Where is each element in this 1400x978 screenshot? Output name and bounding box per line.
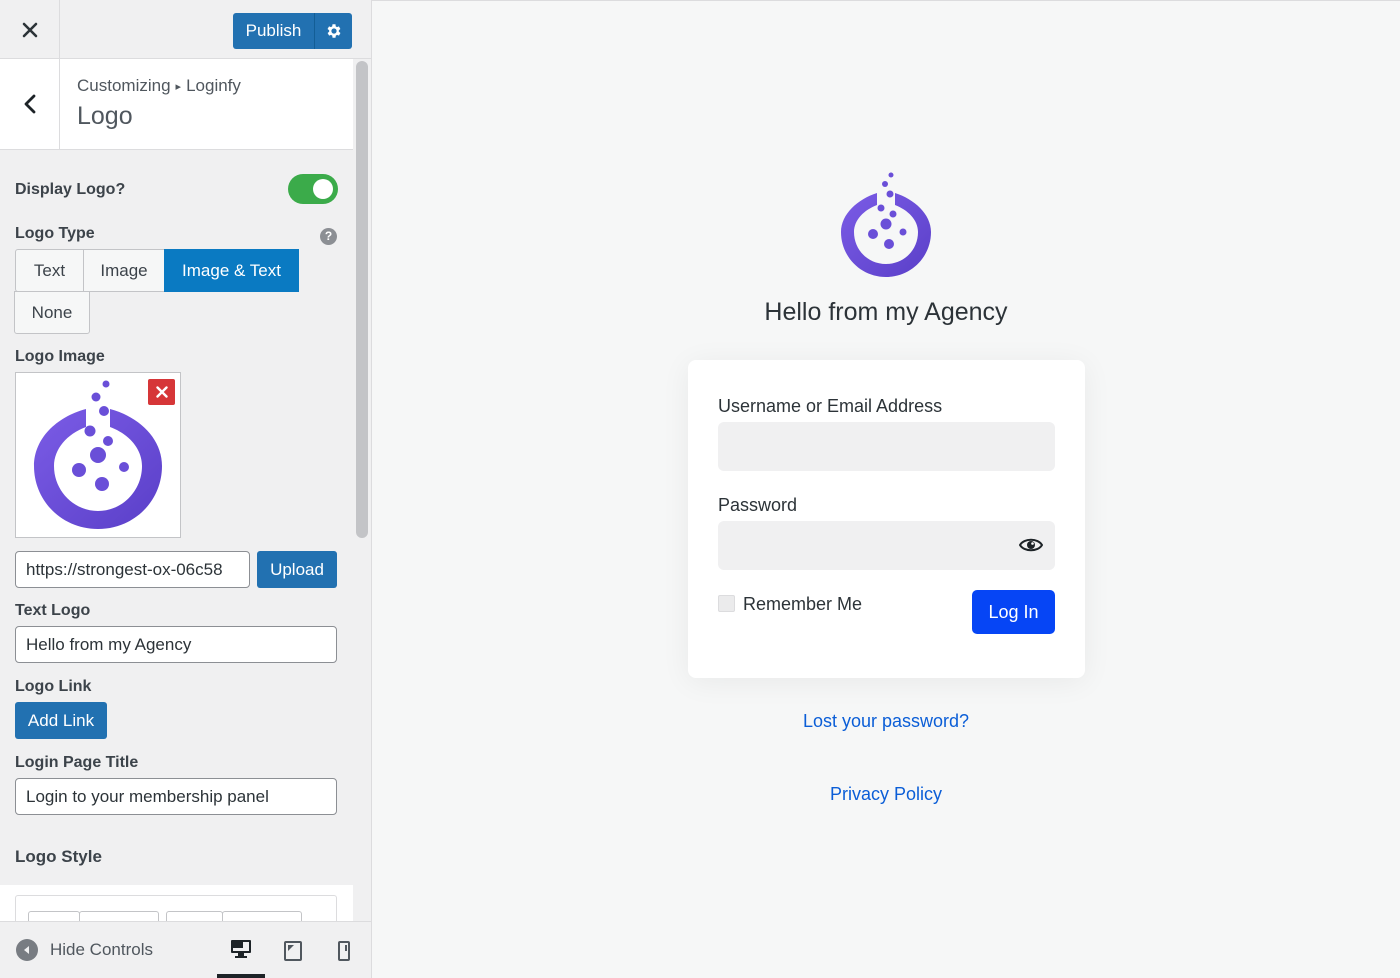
customizer-footer: Hide Controls (0, 921, 371, 978)
site-logo-icon (841, 172, 931, 277)
lost-password-link[interactable]: Lost your password? (372, 711, 1400, 732)
arrow-left-circle-icon (16, 939, 38, 961)
add-link-button[interactable]: Add Link (15, 702, 107, 739)
device-mobile-button[interactable] (324, 932, 364, 970)
site-title[interactable]: Hello from my Agency (372, 298, 1400, 327)
customizer-sidebar: Publish Customizing ▸ Loginfy Logo Display… (0, 0, 372, 978)
username-input[interactable] (718, 422, 1055, 471)
hide-controls-button[interactable]: Hide Controls (16, 939, 153, 961)
remove-icon (155, 386, 168, 398)
breadcrumb-root: Customizing (77, 76, 171, 95)
logo-type-text[interactable]: Text (15, 249, 84, 292)
log-in-button[interactable]: Log In (972, 590, 1055, 634)
tablet-icon (284, 941, 302, 961)
scrollbar-thumb[interactable] (356, 61, 368, 538)
toggle-knob (313, 179, 333, 199)
breadcrumb-separator: ▸ (175, 81, 182, 93)
privacy-policy-link[interactable]: Privacy Policy (372, 784, 1400, 805)
chevron-left-icon (24, 94, 35, 114)
breadcrumb-parent: Loginfy (186, 76, 241, 95)
hide-controls-label: Hide Controls (50, 940, 153, 959)
gear-icon (327, 24, 340, 38)
mobile-icon (338, 941, 350, 961)
display-logo-label: Display Logo? (15, 181, 126, 198)
logo-type-none[interactable]: None (14, 291, 90, 334)
remember-me-label[interactable]: Remember Me (743, 594, 862, 615)
logo-image-url-input[interactable]: https://strongest-ox-06c58 (15, 551, 250, 588)
desktop-icon (231, 940, 251, 958)
login-page-title-label: Login Page Title (15, 754, 139, 771)
login-page-title-input[interactable]: Login to your membership panel (15, 778, 337, 815)
remember-me-checkbox[interactable] (718, 595, 735, 612)
section-title: Logo (77, 102, 133, 130)
eye-icon[interactable] (1019, 535, 1043, 555)
customizer-header: Publish (0, 0, 371, 59)
close-customizer-button[interactable] (0, 0, 60, 59)
logo-style-controls (0, 885, 353, 941)
logo-type-image-text[interactable]: Image & Text (164, 249, 299, 292)
back-button[interactable] (0, 59, 60, 149)
logo-type-image[interactable]: Image (83, 249, 165, 292)
logo-link-label: Logo Link (15, 678, 92, 695)
username-label: Username or Email Address (718, 396, 943, 416)
logo-image-label: Logo Image (15, 348, 105, 365)
publish-button[interactable]: Publish (233, 13, 315, 49)
logo-style-heading: Logo Style (15, 847, 102, 866)
help-icon[interactable]: ? (320, 228, 337, 245)
display-logo-toggle[interactable] (288, 174, 338, 204)
device-desktop-button[interactable] (217, 932, 265, 978)
breadcrumb: Customizing ▸ Loginfy (77, 76, 241, 96)
logo-type-label: Logo Type (15, 225, 95, 242)
login-preview: Hello from my Agency Username or Email A… (372, 0, 1400, 978)
device-tablet-button[interactable] (273, 932, 313, 970)
text-logo-input[interactable]: Hello from my Agency (15, 626, 337, 663)
text-logo-label: Text Logo (15, 602, 91, 619)
upload-button[interactable]: Upload (257, 551, 337, 588)
publish-settings-button[interactable] (315, 13, 352, 49)
close-icon (22, 22, 37, 37)
remove-image-button[interactable] (148, 379, 175, 405)
login-form-card: Username or Email Address Password Remem… (688, 360, 1085, 678)
section-header: Customizing ▸ Loginfy Logo (0, 59, 353, 150)
publish-group: Publish (233, 13, 352, 49)
password-input[interactable] (718, 521, 1055, 570)
password-label: Password (718, 495, 798, 515)
